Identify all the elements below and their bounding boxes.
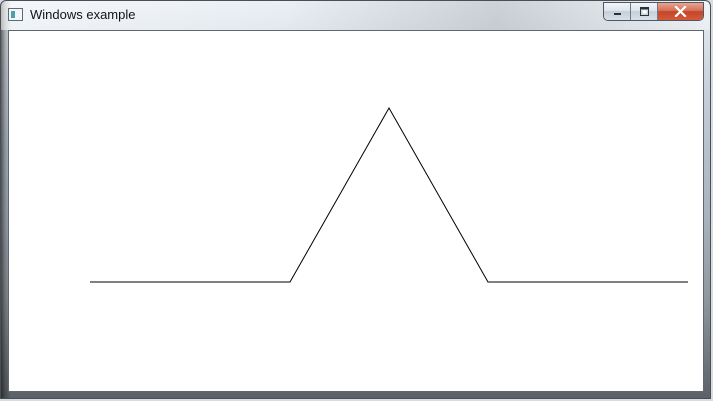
caption-buttons [603, 2, 704, 21]
maximize-icon [639, 7, 649, 16]
minimize-button[interactable] [604, 3, 631, 20]
close-button[interactable] [658, 3, 703, 20]
drawing-canvas [90, 106, 688, 283]
window-title: Windows example [30, 7, 136, 22]
app-window: Windows example [0, 0, 711, 399]
app-icon[interactable] [8, 8, 23, 21]
minimize-icon [613, 13, 621, 15]
triangle-line-drawing [90, 106, 688, 283]
title-bar[interactable]: Windows example [1, 1, 710, 30]
maximize-button[interactable] [631, 3, 658, 20]
close-icon [674, 6, 687, 17]
client-area[interactable] [8, 30, 704, 392]
